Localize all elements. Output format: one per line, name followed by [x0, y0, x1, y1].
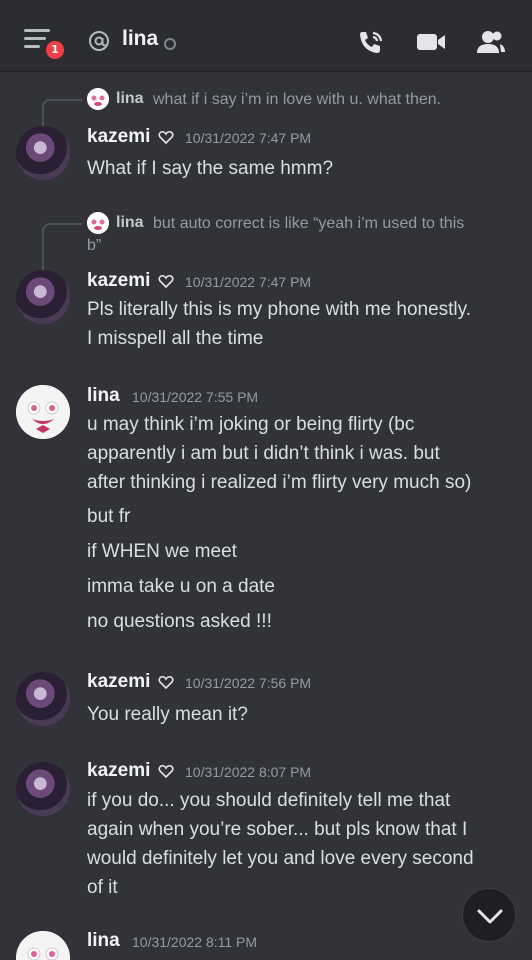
message-text: Pls literally this is my phone with me h…	[87, 299, 472, 320]
message-text: You really mean it?	[87, 704, 248, 725]
notification-badge: 1	[43, 38, 67, 62]
heart-badge-icon	[158, 130, 174, 145]
message-text: would definitely let you and love every …	[87, 848, 474, 869]
chevron-down-icon	[477, 909, 503, 924]
message-text: u may think i’m joking or being flirty (…	[87, 414, 415, 435]
message-text: again when you’re sober... but pls know …	[87, 819, 468, 840]
reply-avatar	[87, 88, 109, 110]
call-icon[interactable]	[356, 28, 386, 56]
avatar[interactable]	[16, 762, 70, 816]
timestamp: 10/31/2022 8:07 PM	[185, 764, 312, 780]
timestamp: 10/31/2022 7:56 PM	[185, 675, 312, 691]
message-text: if WHEN we meet	[87, 541, 237, 562]
author-name[interactable]: kazemi	[87, 760, 150, 782]
heart-badge-icon	[158, 764, 174, 779]
reply-author[interactable]: lina	[116, 90, 144, 108]
message-text: no questions asked !!!	[87, 611, 272, 632]
at-icon	[89, 31, 109, 51]
video-icon[interactable]	[416, 28, 446, 56]
message-text: after thinking i realized i’m flirty ver…	[87, 472, 472, 493]
author-name[interactable]: lina	[87, 930, 120, 952]
avatar[interactable]	[16, 126, 70, 180]
reply-connector	[42, 223, 82, 275]
message-text: apparently i am but i didn’t think i was…	[87, 443, 440, 464]
message-text: What if I say the same hmm?	[87, 158, 334, 179]
timestamp: 10/31/2022 7:47 PM	[185, 130, 312, 146]
reply-preview[interactable]: but auto correct is like “yeah i’m used …	[153, 213, 464, 235]
message-text: but fr	[87, 506, 131, 527]
author-name[interactable]: lina	[87, 385, 120, 407]
offline-status-icon	[164, 38, 176, 50]
reply-author[interactable]: lina	[116, 214, 144, 232]
message-text: imma take u on a date	[87, 576, 275, 597]
author-name[interactable]: kazemi	[87, 270, 150, 292]
avatar[interactable]	[16, 385, 70, 439]
avatar[interactable]	[16, 672, 70, 726]
message-text: of it	[87, 877, 118, 898]
timestamp: 10/31/2022 7:55 PM	[132, 389, 259, 405]
avatar[interactable]	[16, 931, 70, 960]
heart-badge-icon	[158, 675, 174, 690]
avatar[interactable]	[16, 270, 70, 324]
reply-avatar	[87, 212, 109, 234]
author-name[interactable]: kazemi	[87, 126, 150, 148]
reply-preview-continued[interactable]: b”	[87, 235, 101, 257]
message-list[interactable]: lina what if i say i’m in love with u. w…	[0, 73, 532, 960]
message-text: I misspell all the time	[87, 328, 264, 349]
timestamp: 10/31/2022 7:47 PM	[185, 274, 312, 290]
author-name[interactable]: kazemi	[87, 671, 150, 693]
heart-badge-icon	[158, 274, 174, 289]
scroll-to-bottom-button[interactable]	[462, 888, 516, 942]
reply-preview[interactable]: what if i say i’m in love with u. what t…	[153, 89, 441, 111]
channel-title[interactable]: lina	[122, 27, 158, 51]
timestamp: 10/31/2022 8:11 PM	[132, 934, 258, 950]
message-text: if you do... you should definitely tell …	[87, 790, 451, 811]
channel-header: 1 lina	[0, 0, 532, 72]
members-icon[interactable]	[476, 28, 506, 56]
